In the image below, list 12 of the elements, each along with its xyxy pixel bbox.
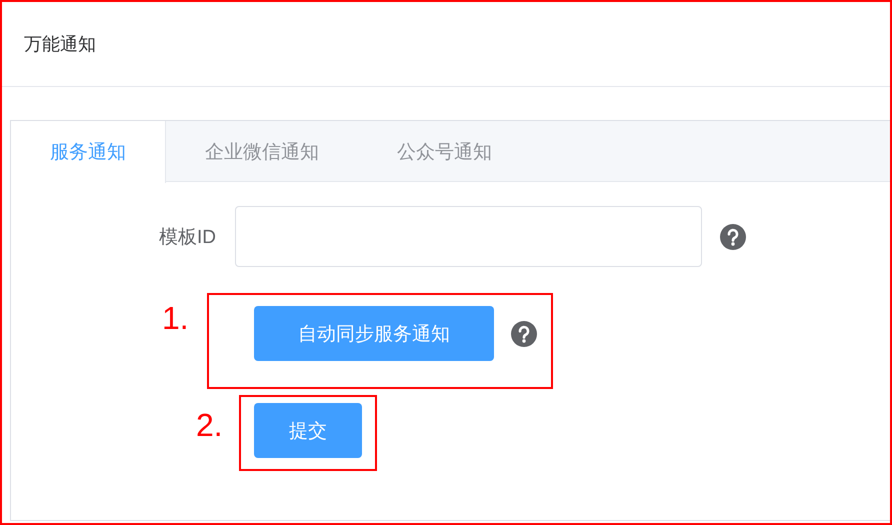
help-icon[interactable] [720, 224, 746, 250]
submit-button[interactable]: 提交 [254, 403, 362, 458]
tab[interactable]: 公众号通知 [358, 121, 531, 182]
input-field[interactable] [235, 206, 702, 267]
annotation-number: 2. [196, 407, 223, 444]
sync-button[interactable]: 自动同步服务通知 [254, 306, 494, 361]
tab[interactable]: 企业微信通知 [166, 121, 358, 182]
field-label: 模板ID [158, 226, 217, 250]
help-icon[interactable] [511, 320, 537, 346]
annotation-number: 1. [162, 300, 189, 337]
tab[interactable]: 服务通知 [11, 121, 166, 183]
page-title: 万能通知 [24, 33, 96, 56]
